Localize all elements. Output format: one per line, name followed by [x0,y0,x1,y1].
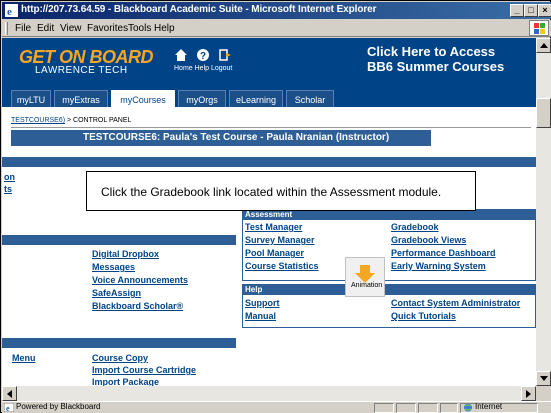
contact-system-administrator-link[interactable]: Contact System Administrator [391,298,520,308]
top-module-link-1[interactable]: on [4,172,15,182]
safeassign-link[interactable]: SafeAssign [92,288,141,298]
vertical-scrollbar[interactable] [536,38,551,386]
digital-dropbox-link[interactable]: Digital Dropbox [92,249,159,259]
vertical-scroll-thumb[interactable] [536,98,551,128]
early-warning-system-link[interactable]: Early Warning System [391,261,486,271]
scrollbar-corner [536,386,551,401]
status-pane-1 [374,403,394,413]
page-viewport: GET ON BOARD LAWRENCE TECH ? Home Help L… [2,38,536,386]
survey-manager-link[interactable]: Survey Manager [245,235,315,245]
help-module-header [242,284,536,295]
tab-myltu[interactable]: myLTU [11,90,51,108]
site-header: GET ON BOARD LAWRENCE TECH ? Home Help L… [2,38,536,117]
status-pane-2 [396,403,416,413]
logout-icon[interactable] [218,48,232,62]
home-icon[interactable] [174,48,188,62]
title-bar: e http://207.73.64.59 - Blackboard Acade… [2,2,551,19]
animation-placeholder: Animation [345,257,385,297]
menu-grip [5,22,8,35]
tutorial-callout: Click the Gradebook link located within … [86,171,476,211]
scroll-left-button[interactable] [2,386,17,401]
promo-line1: Click Here to Access [367,44,496,59]
breadcrumb: TESTCOURSE6) > CONTROL PANEL [11,117,131,124]
tab-myextras[interactable]: myExtras [54,90,108,108]
support-link[interactable]: Support [245,298,280,308]
tab-myorgs[interactable]: myOrgs [178,90,226,108]
summer-courses-link[interactable]: Click Here to Access BB6 Summer Courses [367,44,532,74]
course-statistics-link[interactable]: Course Statistics [245,261,319,271]
status-pane-3 [418,403,438,413]
gradebook-views-link[interactable]: Gradebook Views [391,235,466,245]
security-zone: Internet [475,402,503,411]
minimize-button[interactable]: _ [510,4,524,17]
help-icon[interactable]: ? [196,48,210,62]
svg-text:?: ? [200,51,206,62]
tab-underline [2,107,536,117]
left-module-header [2,235,236,245]
browser-window: e http://207.73.64.59 - Blackboard Acade… [0,0,551,413]
scroll-down-button[interactable] [536,371,551,386]
top-module-header [2,157,536,167]
chevron-down-icon [540,376,548,381]
brand-subtitle: LAWRENCE TECH [35,65,128,76]
manual-link[interactable]: Manual [245,311,276,321]
menu-favorites[interactable]: Favorites [87,23,128,34]
breadcrumb-course-link[interactable]: TESTCOURSE6) [11,117,65,124]
test-manager-link[interactable]: Test Manager [245,222,302,232]
windows-logo-icon [529,20,549,36]
help-title: Help [245,285,263,294]
chevron-up-icon [540,43,548,48]
import-course-cartridge-link[interactable]: Import Course Cartridge [92,365,196,375]
menu-tools[interactable]: Tools [128,23,151,34]
svg-text:e: e [7,6,12,17]
header-icon-labels: Home Help Logout [174,65,233,72]
status-bar: e Powered by Blackboard Internet [2,401,551,413]
menu-file[interactable]: File [15,23,31,34]
arrow-down-icon [355,265,375,283]
status-pane-4 [440,403,458,413]
internet-explorer-icon: e [5,4,18,17]
breadcrumb-divider [11,127,531,128]
bottom-left-module-header [2,338,236,348]
top-module-link-2[interactable]: ts [4,184,12,194]
menu-link[interactable]: Menu [12,353,36,363]
breadcrumb-current: CONTROL PANEL [73,117,132,124]
menu-bar: File Edit View Favorites Tools Help [2,20,551,37]
messages-link[interactable]: Messages [92,262,135,272]
scroll-up-button[interactable] [536,38,551,53]
callout-text: Click the Gradebook link located within … [101,185,442,199]
breadcrumb-separator: > [65,117,74,124]
chevron-left-icon [7,390,12,398]
tab-mycourses[interactable]: myCourses [111,90,175,108]
gradebook-link[interactable]: Gradebook [391,222,439,232]
close-button[interactable]: × [538,4,551,17]
maximize-button[interactable]: □ [524,4,538,17]
menu-help[interactable]: Help [154,23,175,34]
menu-view[interactable]: View [60,23,82,34]
scroll-right-button[interactable] [521,386,536,401]
chevron-right-icon [526,390,531,398]
import-package-link[interactable]: Import Package [92,377,159,386]
tab-elearning[interactable]: eLearning [229,90,283,108]
horizontal-scrollbar[interactable] [2,386,536,401]
page-done-icon: e [4,403,14,412]
globe-icon [464,403,472,412]
blackboard-scholar-link[interactable]: Blackboard Scholar® [92,301,183,311]
quick-tutorials-link[interactable]: Quick Tutorials [391,311,456,321]
tab-scholar[interactable]: Scholar [286,90,334,108]
menu-edit[interactable]: Edit [37,23,54,34]
course-copy-link[interactable]: Course Copy [92,353,148,363]
promo-line2: BB6 Summer Courses [367,59,505,74]
svg-text:e: e [6,404,10,412]
status-text: Powered by Blackboard [16,402,101,411]
window-title: http://207.73.64.59 - Blackboard Academi… [21,4,377,15]
course-title: TESTCOURSE6: Paula's Test Course - Paula… [83,132,390,143]
tab-bar: myLTU myExtras myCourses myOrgs eLearnin… [2,90,536,108]
voice-announcements-link[interactable]: Voice Announcements [92,275,188,285]
pool-manager-link[interactable]: Pool Manager [245,248,304,258]
animation-label: Animation [351,282,383,289]
assessment-title: Assessment [245,210,293,219]
course-title-bar: TESTCOURSE6: Paula's Test Course - Paula… [11,130,431,146]
performance-dashboard-link[interactable]: Performance Dashboard [391,248,496,258]
